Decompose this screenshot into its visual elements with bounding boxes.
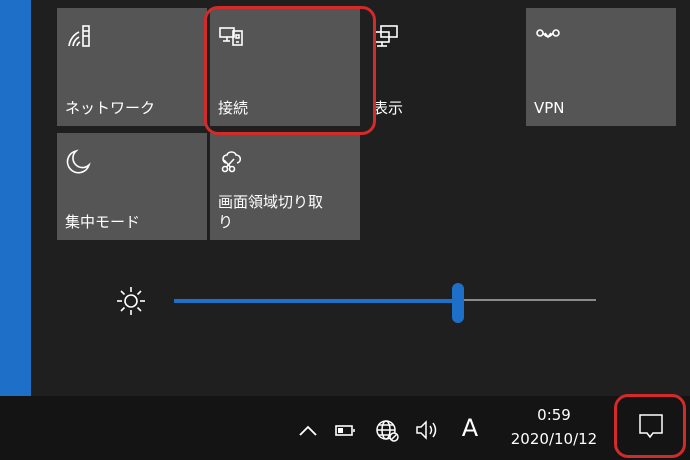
tile-display[interactable]: 表示 [365,8,515,126]
brightness-icon [117,287,145,315]
tile-snip-label: 画面領域切り取 り [218,193,324,231]
tile-network[interactable]: ネットワーク [57,8,207,126]
ime-mode-indicator[interactable]: A [457,412,483,444]
tile-focus-assist-label: 集中モード [65,213,141,231]
brightness-slider-fill[interactable] [174,299,458,303]
tile-display-label: 表示 [373,99,404,117]
clock-time: 0:59 [537,406,571,424]
tile-snip[interactable]: 画面領域切り取 り [210,133,360,240]
globe-icon[interactable] [374,416,400,444]
vpn-icon [536,29,560,39]
chevron-up-icon[interactable] [297,416,319,444]
accent-strip [0,0,31,396]
tile-vpn-label: VPN [534,99,565,117]
tile-connect-label: 接続 [218,99,249,117]
network-icon [68,25,90,47]
tile-connect[interactable]: 接続 [210,8,360,126]
tile-network-label: ネットワーク [65,99,156,117]
focus-assist-icon [66,149,91,174]
clock-date: 2020/10/12 [510,430,598,448]
taskbar-clock[interactable]: 0:59 2020/10/12 [498,404,610,456]
display-icon [374,25,398,47]
snip-icon [221,151,242,173]
tile-focus-assist[interactable]: 集中モード [57,133,207,240]
notification-center-button[interactable] [620,400,680,452]
action-center: ネットワーク 接続 表示 VPN 集中モード 画面領域切り取 り A 0:59 … [0,0,690,460]
message-icon [639,414,663,439]
connect-icon [219,27,243,46]
tile-vpn[interactable]: VPN [526,8,676,126]
battery-icon[interactable] [334,416,356,444]
speaker-icon[interactable] [414,416,444,444]
brightness-slider-thumb[interactable] [452,283,464,323]
brightness-slider-track[interactable] [458,299,596,301]
